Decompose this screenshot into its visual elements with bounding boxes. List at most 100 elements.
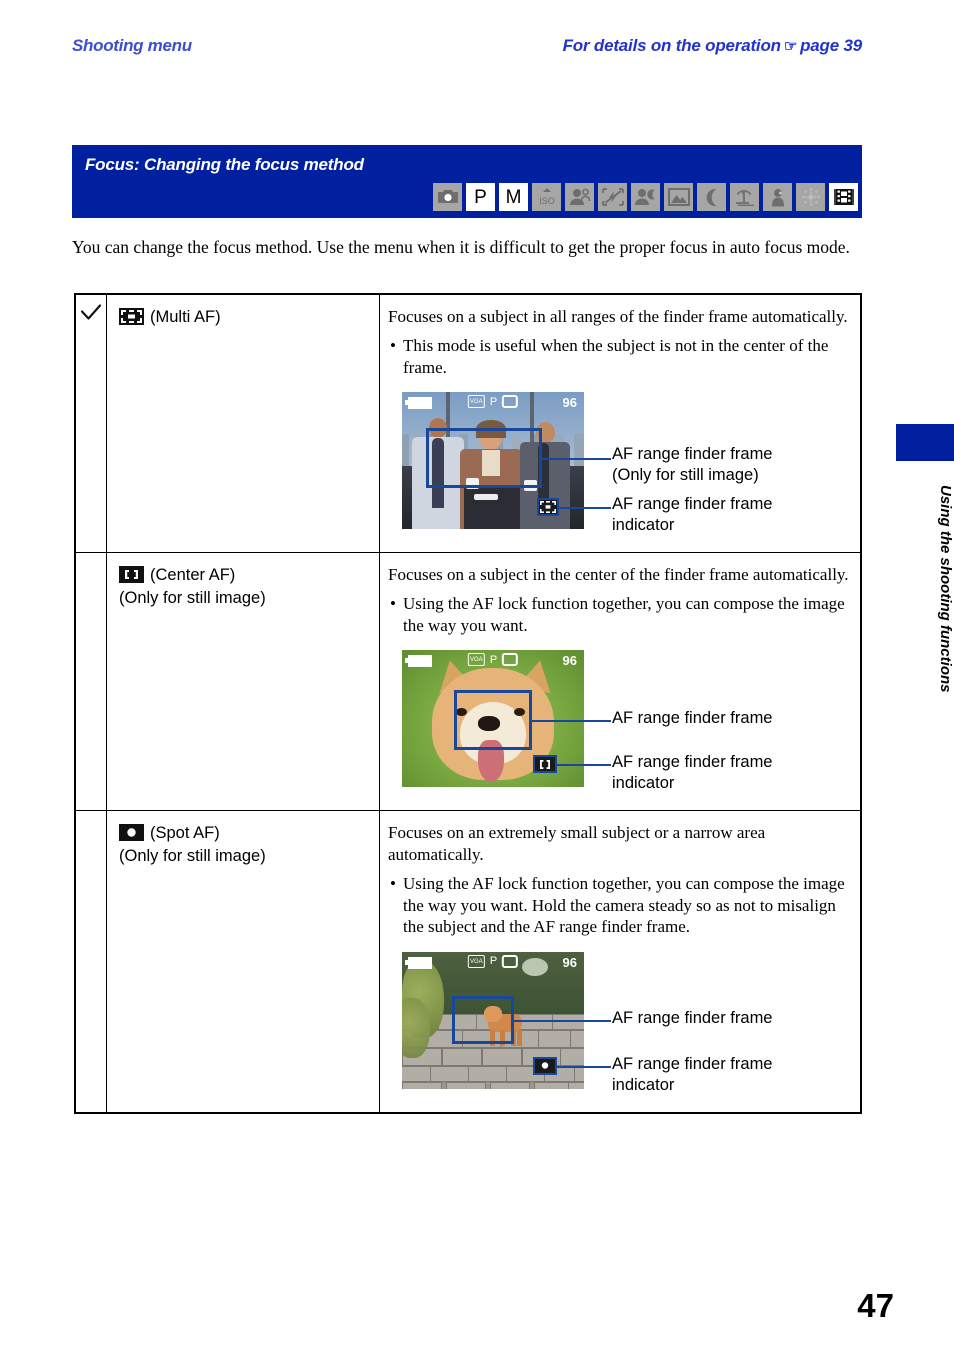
image-size-icon: VGA	[467, 395, 485, 408]
manual-mode-icon-label: M	[505, 186, 522, 208]
remaining-shots-count: 96	[562, 395, 577, 410]
focus-title-band: Focus: Changing the focus method P M ISO	[72, 145, 862, 218]
description-bullet: This mode is useful when the subject is …	[388, 335, 850, 378]
focus-option-description-cell: Focuses on a subject in all ranges of th…	[379, 294, 861, 553]
callout-af-frame: AF range finder frame	[612, 1008, 773, 1027]
af-range-finder-frame-indicator	[537, 498, 559, 516]
table-row: (Spot AF) (Only for still image) Focuses o…	[75, 810, 861, 1113]
reference-note-page: page 39	[800, 36, 862, 55]
section-title: Shooting menu	[72, 36, 192, 55]
pointing-hand-icon: ☞	[783, 38, 798, 55]
center-af-icon	[119, 566, 144, 583]
landscape-mode-icon	[664, 183, 693, 211]
focus-option-label: (Center AF)	[150, 566, 236, 584]
default-setting-cell	[75, 552, 107, 811]
callout-af-indicator: AF range finder frame indicator	[612, 1054, 773, 1094]
no-flash-mode-icon	[598, 183, 627, 211]
leader-line-indicator	[557, 764, 611, 766]
shooting-mode-label: P	[489, 395, 498, 408]
lcd-illustration: VGA P 96 AF range finder frame AF range …	[388, 650, 850, 796]
table-row: (Center AF) (Only for still image) Focuses…	[75, 552, 861, 811]
side-tab-block	[896, 424, 954, 461]
lcd-osd-bar: VGA P 96	[402, 395, 584, 410]
image-size-icon: VGA	[467, 653, 485, 666]
focus-option-label-cell: (Spot AF) (Only for still image)	[106, 810, 380, 1113]
lcd-osd-bar: VGA P 96	[402, 954, 584, 970]
beach-mode-icon	[730, 183, 759, 211]
supported-mode-icon-row: P M ISO	[433, 183, 858, 211]
battery-icon	[405, 397, 432, 409]
remaining-shots-count: 96	[562, 954, 577, 970]
program-mode-icon-label: P	[474, 186, 487, 208]
shooting-mode-label: P	[489, 653, 498, 666]
side-chapter-tab: Using the shooting functions	[896, 424, 954, 692]
fireworks-mode-icon	[796, 183, 825, 211]
lcd-screen: VGA P 96	[402, 650, 584, 787]
description-text: Focuses on a subject in all ranges of th…	[388, 307, 848, 326]
description-bullet: Using the AF lock function together, you…	[388, 873, 850, 938]
description-text: Focuses on a subject in the center of th…	[388, 565, 849, 584]
manual-mode-icon: M	[499, 183, 528, 211]
focus-option-note: (Only for still image)	[119, 589, 266, 607]
af-range-finder-frame	[454, 690, 532, 750]
callout-af-frame: AF range finder frame	[612, 709, 773, 727]
callout-af-indicator: AF range finder frame indicator	[612, 495, 773, 534]
focus-option-label: (Spot AF)	[150, 824, 220, 842]
intro-paragraph: You can change the focus method. Use the…	[72, 237, 850, 257]
shooting-mode-label: P	[489, 955, 498, 967]
reference-note-prefix: For details on the operation	[562, 36, 781, 55]
leader-line-frame	[532, 720, 611, 722]
lcd-illustration: VGA P 96 AF range finder frame AF range …	[388, 951, 850, 1098]
focus-option-name: (Spot AF)	[119, 822, 373, 845]
memory-stick-icon	[502, 954, 519, 968]
leader-line-indicator	[557, 1065, 611, 1068]
camera-auto-icon	[433, 183, 462, 211]
description-text: Focuses on an extremely small subject or…	[388, 823, 766, 864]
focus-method-table: (Multi AF) Focuses on a subject in all ra…	[74, 293, 862, 1114]
snow-mode-icon	[763, 183, 792, 211]
af-range-finder-frame	[452, 995, 514, 1044]
svg-text:ISO: ISO	[539, 196, 555, 206]
lcd-osd-bar: VGA P 96	[402, 653, 584, 668]
multi-af-icon	[119, 308, 144, 325]
focus-option-note: (Only for still image)	[119, 847, 266, 865]
band-title: Focus: Changing the focus method	[85, 155, 364, 174]
image-size-icon: VGA	[467, 954, 485, 968]
leader-line-indicator	[559, 507, 611, 509]
lcd-illustration: VGA P 96 AF range finder frame (Only for…	[388, 392, 850, 538]
focus-option-label: (Multi AF)	[150, 308, 221, 326]
af-range-finder-frame-indicator	[533, 1056, 557, 1075]
description-bullet: Using the AF lock function together, you…	[388, 593, 850, 636]
page-number: 47	[857, 1287, 894, 1324]
table-row: (Multi AF) Focuses on a subject in all ra…	[75, 294, 861, 553]
focus-option-description-cell: Focuses on a subject in the center of th…	[379, 552, 861, 811]
iso-high-sensitivity-icon: ISO	[532, 183, 561, 211]
side-tab-label: Using the shooting functions	[937, 485, 954, 693]
reference-note: For details on the operation ☞ page 39	[562, 36, 863, 56]
focus-option-name: (Center AF)	[119, 564, 373, 587]
focus-option-label-cell: (Multi AF)	[106, 294, 380, 553]
battery-icon	[405, 956, 432, 969]
lcd-screen: VGA P 96	[402, 392, 584, 529]
leader-line-frame	[514, 1019, 611, 1022]
selected-check-icon	[81, 304, 101, 320]
callout-af-frame: AF range finder frame (Only for still im…	[612, 445, 773, 484]
memory-stick-icon	[502, 653, 519, 666]
remaining-shots-count: 96	[562, 653, 577, 668]
twilight-mode-icon	[697, 183, 726, 211]
focus-option-label-cell: (Center AF) (Only for still image)	[106, 552, 380, 811]
twilight-portrait-mode-icon	[631, 183, 660, 211]
movie-mode-icon	[829, 183, 858, 211]
page-header: Shooting menu For details on the operati…	[72, 36, 862, 66]
default-setting-cell	[75, 294, 107, 553]
battery-icon	[405, 655, 432, 667]
program-mode-icon: P	[466, 183, 495, 211]
af-range-finder-frame	[426, 428, 542, 488]
callout-af-indicator: AF range finder frame indicator	[612, 753, 773, 792]
leader-line-frame	[542, 458, 611, 460]
focus-option-name: (Multi AF)	[119, 306, 373, 329]
af-range-finder-frame-indicator	[533, 755, 557, 773]
soft-snap-mode-icon	[565, 183, 594, 211]
focus-option-description-cell: Focuses on an extremely small subject or…	[379, 810, 861, 1113]
default-setting-cell	[75, 810, 107, 1113]
